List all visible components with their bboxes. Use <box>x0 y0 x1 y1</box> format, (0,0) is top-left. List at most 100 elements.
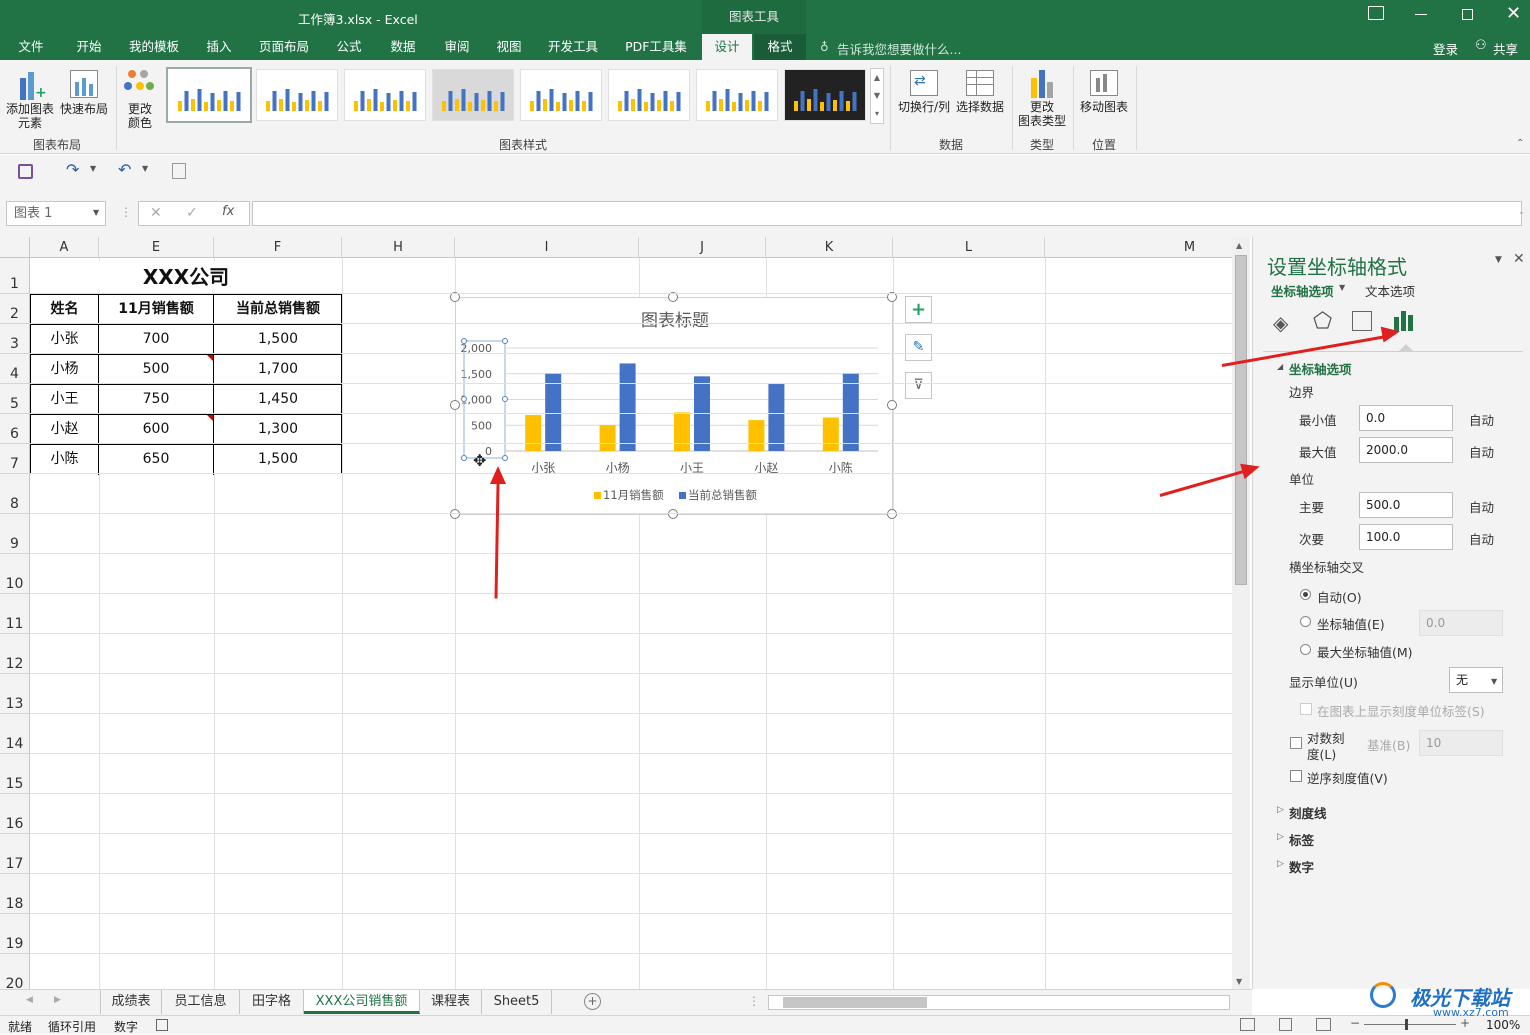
zoom-slider-thumb[interactable] <box>1405 1019 1408 1030</box>
section-number[interactable]: 数字 <box>1289 857 1314 876</box>
row-header[interactable]: 9 <box>0 514 30 554</box>
select-data-button[interactable]: 选择数据 <box>954 68 1006 114</box>
ribbon-display-icon[interactable] <box>1368 6 1384 20</box>
column-header[interactable]: A <box>30 237 99 258</box>
sheet-tab[interactable]: 成绩表 <box>100 990 162 1014</box>
name-box[interactable]: 图表 1 <box>6 201 106 226</box>
table-cell[interactable]: 500 <box>99 355 214 385</box>
enter-icon[interactable]: ✓ <box>186 205 198 221</box>
table-cell[interactable]: 1,450 <box>214 385 342 415</box>
row-header[interactable]: 19 <box>0 914 30 954</box>
add-sheet-icon[interactable]: + <box>584 993 601 1010</box>
row-header[interactable]: 12 <box>0 634 30 674</box>
max-auto-button[interactable]: 自动 <box>1469 442 1494 461</box>
cross-auto-radio[interactable] <box>1300 589 1311 600</box>
row-header[interactable]: 18 <box>0 874 30 914</box>
bar-nov-sales[interactable] <box>674 412 690 451</box>
sheet-tab[interactable]: Sheet5 <box>482 990 552 1014</box>
tab-text-options[interactable]: 文本选项 <box>1365 281 1415 300</box>
legend-label[interactable]: 当前总销售额 <box>688 488 757 502</box>
save-icon[interactable] <box>18 164 33 179</box>
pane-close-icon[interactable]: ✕ <box>1513 251 1525 267</box>
minimize-icon[interactable] <box>1415 14 1427 15</box>
undo-icon[interactable]: ↶ <box>118 160 131 179</box>
log-scale-label-2[interactable]: 度(L) <box>1307 744 1336 763</box>
minor-auto-button[interactable]: 自动 <box>1469 529 1494 548</box>
login-link[interactable]: 登录 <box>1433 39 1458 58</box>
tab-formulas[interactable]: 公式 <box>326 34 372 60</box>
column-header[interactable]: F <box>214 237 342 258</box>
tab-home[interactable]: 开始 <box>66 34 112 60</box>
page-layout-view-icon[interactable] <box>1279 1018 1292 1031</box>
cross-max-label[interactable]: 最大坐标轴值(M) <box>1317 642 1413 661</box>
chart-resize-handle[interactable] <box>450 400 460 410</box>
effects-icon[interactable]: ⬠ <box>1313 309 1332 334</box>
legend-label[interactable]: 11月销售额 <box>603 488 664 502</box>
fill-line-icon[interactable]: ◈ <box>1273 311 1288 335</box>
insert-function-icon[interactable]: fx <box>222 204 234 219</box>
section-labels[interactable]: 标签 <box>1289 830 1314 849</box>
chart-filter-icon[interactable]: ⊽ <box>905 372 932 399</box>
bar-nov-sales[interactable] <box>748 420 765 451</box>
macro-record-icon[interactable] <box>156 1019 168 1031</box>
tab-file[interactable]: 文件 <box>8 34 54 60</box>
scroll-down-icon[interactable]: ▼ <box>1236 977 1242 986</box>
tab-insert[interactable]: 插入 <box>196 34 242 60</box>
row-header[interactable]: 16 <box>0 794 30 834</box>
bar-nov-sales[interactable] <box>525 414 542 451</box>
vertical-scrollbar[interactable]: ▲ ▼ <box>1232 237 1250 989</box>
table-cell[interactable]: 1,500 <box>214 325 342 355</box>
base-input[interactable]: 10 <box>1419 730 1503 756</box>
cancel-icon[interactable]: ✕ <box>150 205 162 221</box>
table-header-cell[interactable]: 姓名 <box>31 295 99 325</box>
tab-page-layout[interactable]: 页面布局 <box>252 34 316 60</box>
row-header[interactable]: 2 <box>0 294 30 324</box>
minor-input[interactable]: 100.0 <box>1359 524 1453 550</box>
table-cell[interactable]: 750 <box>99 385 214 415</box>
table-cell[interactable]: 600 <box>99 415 214 445</box>
prev-sheet-icon[interactable]: ◀ <box>26 995 33 1005</box>
reverse-order-label[interactable]: 逆序刻度值(V) <box>1307 768 1388 787</box>
tab-design[interactable]: 设计 <box>702 34 752 60</box>
row-header[interactable]: 11 <box>0 594 30 634</box>
tab-my-templates[interactable]: 我的模板 <box>122 34 186 60</box>
sheet-tab[interactable]: 员工信息 <box>162 990 240 1014</box>
chart-resize-handle[interactable] <box>887 509 897 519</box>
column-header[interactable]: K <box>766 237 893 258</box>
cross-value-radio[interactable] <box>1300 616 1311 627</box>
row-header[interactable]: 17 <box>0 834 30 874</box>
sheet-tab[interactable]: 课程表 <box>420 990 482 1014</box>
select-all-corner[interactable] <box>0 237 30 258</box>
tab-pdf-tools[interactable]: PDF工具集 <box>618 34 694 60</box>
tick-marks-expand-icon[interactable]: ▷ <box>1277 805 1284 815</box>
sheet-tab-active[interactable]: XXX公司销售额 <box>304 990 420 1014</box>
chart-styles-brush-icon[interactable]: ✎ <box>905 334 932 361</box>
page-break-view-icon[interactable] <box>1316 1018 1331 1031</box>
scroll-up-icon[interactable]: ▲ <box>1236 241 1242 250</box>
expand-formula-icon[interactable]: ⌄ <box>1518 207 1525 216</box>
row-header[interactable]: 7 <box>0 444 30 474</box>
tab-review[interactable]: 审阅 <box>434 34 480 60</box>
min-auto-button[interactable]: 自动 <box>1469 410 1494 429</box>
maximize-icon[interactable] <box>1462 9 1473 20</box>
comment-indicator-icon[interactable] <box>207 415 213 421</box>
table-cell[interactable]: 小陈 <box>31 445 99 475</box>
max-input[interactable]: 2000.0 <box>1359 437 1453 463</box>
reverse-order-checkbox[interactable] <box>1290 770 1302 782</box>
pane-options-icon[interactable]: ▼ <box>1495 255 1502 265</box>
table-cell[interactable]: 1,300 <box>214 415 342 445</box>
chart-resize-handle[interactable] <box>668 509 678 519</box>
normal-view-icon[interactable] <box>1240 1018 1255 1031</box>
table-cell[interactable]: 小王 <box>31 385 99 415</box>
zoom-level[interactable]: 100% <box>1486 1018 1520 1032</box>
table-cell[interactable]: 小张 <box>31 325 99 355</box>
tab-data[interactable]: 数据 <box>380 34 426 60</box>
chart-elements-button[interactable]: + <box>905 296 932 323</box>
y-tick-label[interactable]: 500 <box>471 419 492 432</box>
formula-input[interactable] <box>252 201 1522 226</box>
show-units-checkbox[interactable] <box>1300 703 1312 715</box>
column-header[interactable]: L <box>893 237 1045 258</box>
table-cell[interactable]: 650 <box>99 445 214 475</box>
y-tick-label[interactable]: 1,500 <box>461 368 493 381</box>
cross-value-input[interactable]: 0.0 <box>1419 610 1503 636</box>
